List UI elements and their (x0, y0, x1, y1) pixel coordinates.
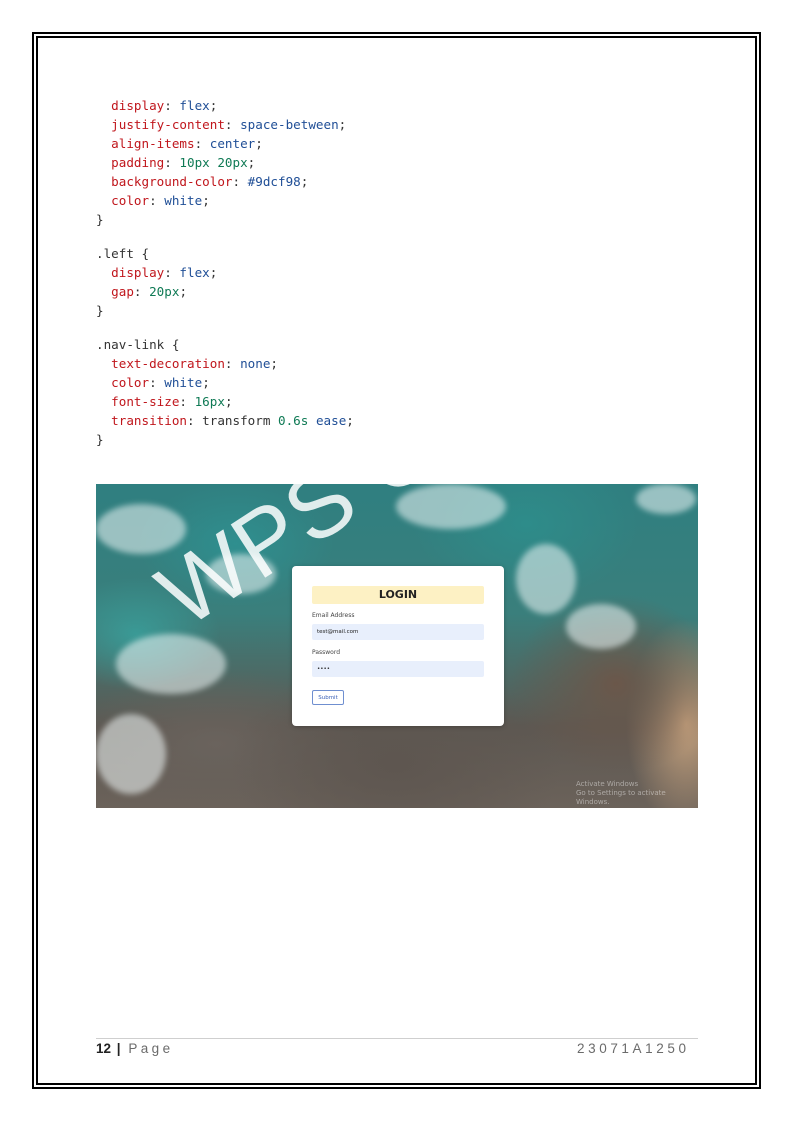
login-card: LOGIN Email Address test@mail.com Passwo… (292, 566, 504, 726)
roll-number: 23071A1250 (577, 1041, 690, 1056)
activate-windows-notice: Activate Windows Go to Settings to activ… (576, 780, 698, 807)
code-line: background-color: #9dcf98; (111, 174, 309, 189)
footer-page-info: 12 | Page (96, 1041, 173, 1056)
password-label: Password (312, 649, 341, 656)
code-closing-brace: } (96, 212, 104, 227)
code-line: align-items: center; (111, 136, 263, 151)
page-number: 12 (96, 1041, 112, 1056)
code-line: padding: 10px 20px; (111, 155, 256, 170)
email-label: Email Address (312, 612, 355, 619)
password-field: •••• (312, 661, 484, 677)
submit-button: Submit (312, 690, 344, 705)
activate-line-2: Go to Settings to activate Windows. (576, 789, 666, 806)
code-line: display: flex; (111, 98, 218, 113)
code-line: justify-content: space-between; (111, 117, 347, 132)
login-title: LOGIN (312, 586, 484, 604)
activate-line-1: Activate Windows (576, 780, 639, 788)
footer-rule (96, 1038, 698, 1039)
code-line: color: white; (111, 193, 210, 208)
page-label: Page (128, 1041, 174, 1056)
email-field: test@mail.com (312, 624, 484, 640)
footer-separator: | (116, 1041, 121, 1056)
